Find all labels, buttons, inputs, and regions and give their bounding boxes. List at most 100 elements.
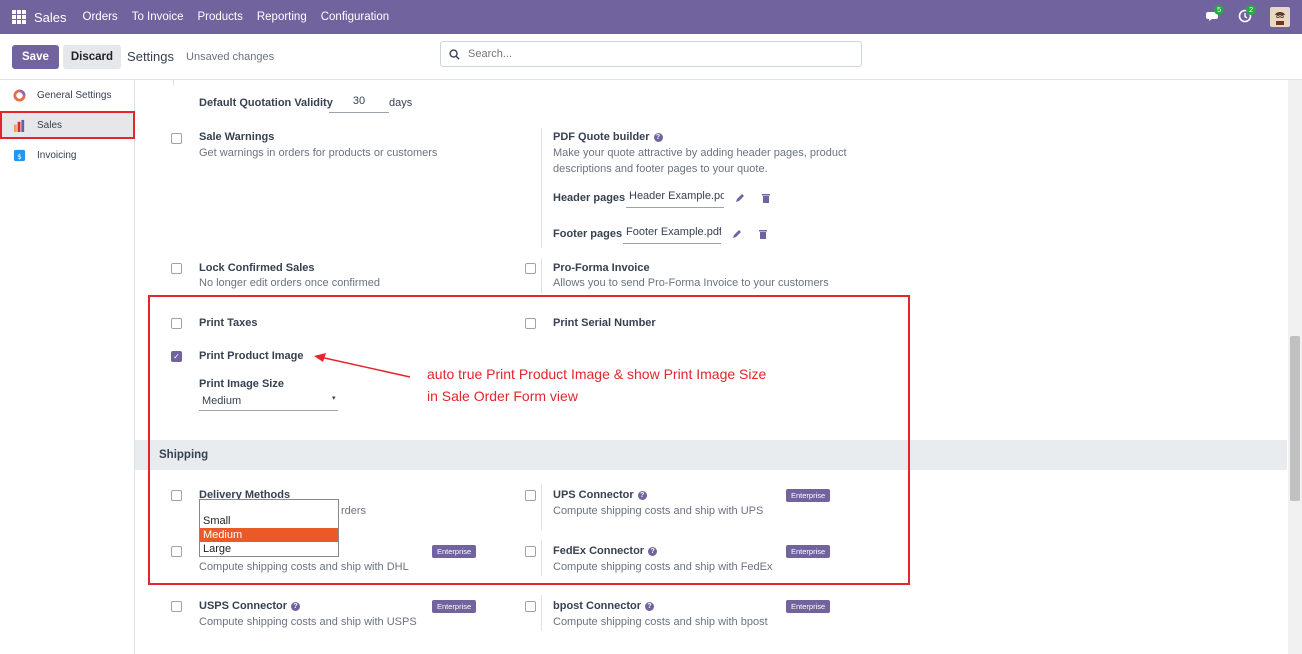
dhl-desc: Compute shipping costs and ship with DHL xyxy=(199,561,409,573)
sidebar-item-label: General Settings xyxy=(37,89,112,101)
enterprise-badge: Enterprise xyxy=(432,545,477,558)
sidebar-item-sales[interactable]: Sales xyxy=(0,111,135,139)
messages-icon[interactable]: 5 xyxy=(1206,5,1225,25)
help-icon[interactable]: ? xyxy=(648,547,658,556)
sale-warnings-desc: Get warnings in orders for products or c… xyxy=(199,147,438,159)
enterprise-badge: Enterprise xyxy=(432,600,477,613)
menu-products[interactable]: Products xyxy=(197,11,242,23)
annotation-line-1: auto true Print Product Image & show Pri… xyxy=(427,366,767,382)
header-pages-file[interactable]: Header Example.pd xyxy=(626,190,724,208)
ups-checkbox[interactable] xyxy=(525,490,536,501)
lock-confirmed-desc: No longer edit orders once confirmed xyxy=(199,277,380,289)
messages-badge: 5 xyxy=(1214,5,1225,15)
search-box[interactable] xyxy=(440,41,862,67)
activities-icon[interactable]: 2 xyxy=(1238,5,1257,25)
sidebar-item-label: Invoicing xyxy=(37,149,77,161)
apps-menu-icon[interactable] xyxy=(12,10,26,24)
sale-warnings-checkbox[interactable] xyxy=(171,133,182,144)
sale-warnings-title: Sale Warnings xyxy=(199,131,275,143)
pro-forma-desc: Allows you to send Pro-Forma Invoice to … xyxy=(553,277,829,289)
enterprise-badge: Enterprise xyxy=(786,489,831,502)
help-icon[interactable]: ? xyxy=(645,602,654,611)
print-image-size-select[interactable]: Medium xyxy=(199,393,338,411)
enterprise-badge: Enterprise xyxy=(786,545,831,558)
annotation-text: auto true Print Product Image & show Pri… xyxy=(427,363,766,407)
odoo-logo-icon xyxy=(13,88,26,102)
annotation-line-2: in Sale Order Form view xyxy=(427,388,578,404)
content-scrollbar[interactable] xyxy=(1288,80,1302,654)
svg-text:$: $ xyxy=(17,151,22,160)
bpost-title: bpost Connector? xyxy=(553,600,654,612)
settings-sidebar: General Settings Sales $ Invoicing xyxy=(0,80,135,654)
usps-desc: Compute shipping costs and ship with USP… xyxy=(199,616,417,628)
lock-confirmed-checkbox[interactable] xyxy=(171,263,182,274)
print-taxes-title: Print Taxes xyxy=(199,317,258,329)
fedex-checkbox[interactable] xyxy=(525,546,536,557)
pdf-quote-builder-label: PDF Quote builder xyxy=(553,131,650,143)
bpost-checkbox[interactable] xyxy=(525,601,536,612)
ups-label: UPS Connector xyxy=(553,489,634,501)
sales-chart-icon xyxy=(13,119,25,132)
lock-confirmed-title: Lock Confirmed Sales xyxy=(199,262,315,274)
print-image-size-label: Print Image Size xyxy=(199,378,284,390)
delivery-methods-desc: rders xyxy=(341,505,367,517)
bpost-desc: Compute shipping costs and ship with bpo… xyxy=(553,616,768,628)
quotation-validity-label: Default Quotation Validity xyxy=(199,97,333,109)
usps-title: USPS Connector? xyxy=(199,600,301,612)
footer-pages-file[interactable]: Footer Example.pdf xyxy=(623,226,721,244)
page-title: Settings xyxy=(127,49,175,64)
search-icon xyxy=(449,48,460,60)
sidebar-item-general-settings[interactable]: General Settings xyxy=(0,81,135,109)
dropdown-option-small[interactable]: Small xyxy=(200,514,338,528)
edit-footer-pencil-icon[interactable] xyxy=(732,229,742,239)
print-taxes-checkbox[interactable] xyxy=(171,318,182,329)
edit-header-pencil-icon[interactable] xyxy=(735,193,745,203)
delete-footer-trash-icon[interactable] xyxy=(758,229,768,239)
menu-to-invoice[interactable]: To Invoice xyxy=(132,11,184,23)
shipping-section-header: Shipping xyxy=(135,440,1287,470)
quotation-validity-input[interactable]: 30 xyxy=(329,95,389,113)
fedex-desc: Compute shipping costs and ship with Fed… xyxy=(553,561,773,573)
help-icon[interactable]: ? xyxy=(291,602,301,611)
sidebar-item-invoicing[interactable]: $ Invoicing xyxy=(0,141,135,169)
unsaved-status: Unsaved changes xyxy=(186,50,275,63)
menu-reporting[interactable]: Reporting xyxy=(257,11,307,23)
ups-desc: Compute shipping costs and ship with UPS xyxy=(553,505,764,517)
enterprise-badge: Enterprise xyxy=(786,600,831,613)
print-serial-title: Print Serial Number xyxy=(553,317,656,329)
dropdown-option-large[interactable]: Large xyxy=(200,542,338,556)
footer-pages-label: Footer pages xyxy=(553,228,623,240)
control-panel: Save Discard Settings Unsaved changes xyxy=(0,34,1302,80)
invoicing-icon: $ xyxy=(13,149,26,161)
print-product-image-checkbox[interactable]: ✓ xyxy=(171,351,182,362)
pdf-quote-builder-title: PDF Quote builder? xyxy=(553,131,663,143)
bpost-label: bpost Connector xyxy=(553,600,641,612)
user-avatar[interactable] xyxy=(1270,7,1290,27)
save-button[interactable]: Save xyxy=(12,44,59,69)
pro-forma-checkbox[interactable] xyxy=(525,263,536,274)
sidebar-item-label: Sales xyxy=(37,119,63,131)
pdf-quote-builder-desc: Make your quote attractive by adding hea… xyxy=(553,147,847,175)
delivery-methods-checkbox[interactable] xyxy=(171,490,182,501)
dropdown-option-medium[interactable]: Medium xyxy=(200,528,338,542)
app-name[interactable]: Sales xyxy=(34,10,67,25)
help-icon[interactable]: ? xyxy=(637,491,647,500)
image-size-dropdown-list[interactable]: Small Medium Large xyxy=(199,499,339,557)
activities-badge: 2 xyxy=(1246,5,1257,15)
discard-button[interactable]: Discard xyxy=(62,44,122,69)
ups-title: UPS Connector? xyxy=(553,489,647,501)
scrollbar-thumb[interactable] xyxy=(1290,336,1300,501)
menu-configuration[interactable]: Configuration xyxy=(321,11,389,23)
print-serial-checkbox[interactable] xyxy=(525,318,536,329)
usps-checkbox[interactable] xyxy=(171,601,182,612)
dhl-checkbox[interactable] xyxy=(171,546,182,557)
pro-forma-title: Pro-Forma Invoice xyxy=(553,262,650,274)
annotation-arrow-icon xyxy=(314,353,411,378)
search-input[interactable] xyxy=(468,48,848,60)
delete-header-trash-icon[interactable] xyxy=(761,193,771,203)
help-icon[interactable]: ? xyxy=(653,133,663,142)
menu-orders[interactable]: Orders xyxy=(83,11,118,23)
header-pages-label: Header pages xyxy=(553,192,626,204)
quotation-validity-unit: days xyxy=(389,97,413,109)
top-navbar: Sales Orders To Invoice Products Reporti… xyxy=(0,0,1302,34)
